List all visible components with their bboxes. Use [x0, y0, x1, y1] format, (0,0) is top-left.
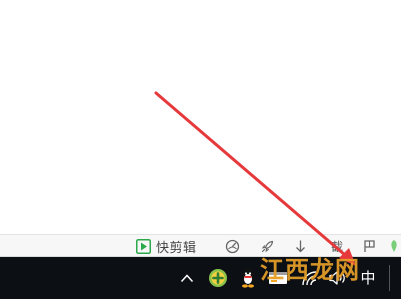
network-button[interactable]	[298, 257, 322, 299]
rocket-button[interactable]	[257, 237, 277, 255]
quick-edit-icon	[136, 238, 151, 254]
content-area	[0, 0, 401, 234]
volume-button[interactable]	[327, 257, 349, 299]
flag-icon	[363, 239, 376, 253]
toolbar-overflow-button[interactable]	[387, 237, 401, 255]
rocket-icon	[260, 239, 275, 254]
green-plus-icon	[208, 268, 228, 288]
quick-edit-label: 快剪辑	[156, 240, 197, 256]
tray-app-green[interactable]	[207, 257, 229, 299]
screenshot-label: 截	[330, 239, 343, 254]
taskbar: 中	[0, 257, 401, 299]
show-hidden-icons-button[interactable]	[178, 257, 196, 299]
input-method-indicator[interactable]: 中	[359, 268, 377, 288]
network-icon	[300, 269, 320, 287]
flag-button[interactable]	[360, 237, 378, 255]
chevron-up-icon	[180, 273, 194, 283]
quick-edit-button[interactable]: 快剪辑	[136, 237, 212, 256]
status-toolbar: 快剪辑 截	[0, 234, 401, 257]
leaf-icon	[388, 239, 400, 253]
tray-app-qq[interactable]	[236, 257, 260, 299]
speedometer-icon	[225, 239, 240, 254]
app-window-icon	[268, 270, 288, 286]
qq-penguin-icon	[238, 267, 258, 289]
show-desktop-divider	[389, 265, 390, 291]
screenshot-button[interactable]: 截	[326, 237, 348, 255]
volume-icon	[328, 269, 348, 287]
speed-dial-button[interactable]	[222, 237, 242, 255]
download-button[interactable]	[291, 237, 309, 255]
download-arrow-icon	[294, 239, 307, 254]
tray-app-window[interactable]	[266, 257, 290, 299]
